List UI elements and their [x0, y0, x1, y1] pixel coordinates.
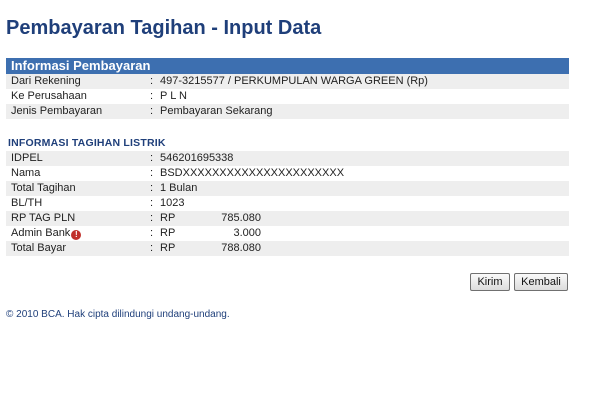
row-total-bayar: Total Bayar : RP 788.080 — [6, 241, 569, 256]
kembali-button[interactable]: Kembali — [514, 273, 568, 291]
colon: : — [150, 75, 154, 87]
label-dari-rekening: Dari Rekening — [11, 75, 81, 87]
colon: : — [150, 212, 154, 224]
value-jenis-pembayaran: Pembayaran Sekarang — [160, 105, 273, 117]
currency-rp: RP — [160, 227, 176, 239]
amount-total-bayar: 788.080 — [221, 242, 261, 254]
info-icon[interactable]: ! — [71, 230, 82, 240]
label-admin-bank-wrap: Admin Bank! — [11, 226, 82, 241]
row-admin-bank: Admin Bank! : RP 3.000 — [6, 226, 569, 241]
label-total-bayar: Total Bayar — [11, 242, 67, 254]
label-idpel: IDPEL — [11, 152, 43, 164]
row-total-tagihan: Total Tagihan : 1 Bulan — [6, 181, 569, 196]
colon: : — [150, 152, 154, 164]
colon: : — [150, 90, 154, 102]
row-nama: Nama : BSDXXXXXXXXXXXXXXXXXXXXXX — [6, 166, 569, 181]
row-jenis-pembayaran: Jenis Pembayaran : Pembayaran Sekarang — [6, 104, 569, 119]
currency-rp: RP — [160, 242, 176, 254]
colon: : — [150, 167, 154, 179]
label-admin-bank: Admin Bank — [11, 227, 71, 239]
value-nama: BSDXXXXXXXXXXXXXXXXXXXXXX — [160, 167, 345, 179]
section-header: Informasi Pembayaran — [6, 58, 569, 74]
value-idpel: 546201695338 — [160, 152, 234, 164]
amount-rp-tag-pln: 785.080 — [221, 212, 261, 224]
label-nama: Nama — [11, 167, 41, 179]
row-bl-th: BL/TH : 1023 — [6, 196, 569, 211]
currency-rp: RP — [160, 212, 176, 224]
colon: : — [150, 242, 154, 254]
label-ke-perusahaan: Ke Perusahaan — [11, 90, 87, 102]
label-bl-th: BL/TH — [11, 197, 43, 209]
value-ke-perusahaan: P L N — [160, 90, 187, 102]
page-title: Pembayaran Tagihan - Input Data — [6, 17, 322, 39]
colon: : — [150, 227, 154, 239]
label-jenis-pembayaran: Jenis Pembayaran — [11, 105, 103, 117]
colon: : — [150, 197, 154, 209]
value-total-tagihan: 1 Bulan — [160, 182, 198, 194]
footer-copyright: © 2010 BCA. Hak cipta dilindungi undang-… — [6, 309, 230, 320]
amount-admin-bank: 3.000 — [233, 227, 261, 239]
colon: : — [150, 105, 154, 117]
tagihan-listrik-section: IDPEL : 546201695338 Nama : BSDXXXXXXXXX… — [6, 151, 569, 256]
row-rp-tag-pln: RP TAG PLN : RP 785.080 — [6, 211, 569, 226]
tagihan-listrik-heading: INFORMASI TAGIHAN LISTRIK — [8, 137, 166, 149]
label-rp-tag-pln: RP TAG PLN — [11, 212, 76, 224]
row-dari-rekening: Dari Rekening : 497-3215577 / PERKUMPULA… — [6, 74, 569, 89]
colon: : — [150, 182, 154, 194]
informasi-pembayaran-section: Informasi Pembayaran Dari Rekening : 497… — [6, 58, 569, 119]
value-dari-rekening: 497-3215577 / PERKUMPULAN WARGA GREEN (R… — [160, 75, 428, 87]
row-ke-perusahaan: Ke Perusahaan : P L N — [6, 89, 569, 104]
kirim-button[interactable]: Kirim — [470, 273, 510, 291]
row-idpel: IDPEL : 546201695338 — [6, 151, 569, 166]
value-bl-th: 1023 — [160, 197, 185, 209]
label-total-tagihan: Total Tagihan — [11, 182, 76, 194]
